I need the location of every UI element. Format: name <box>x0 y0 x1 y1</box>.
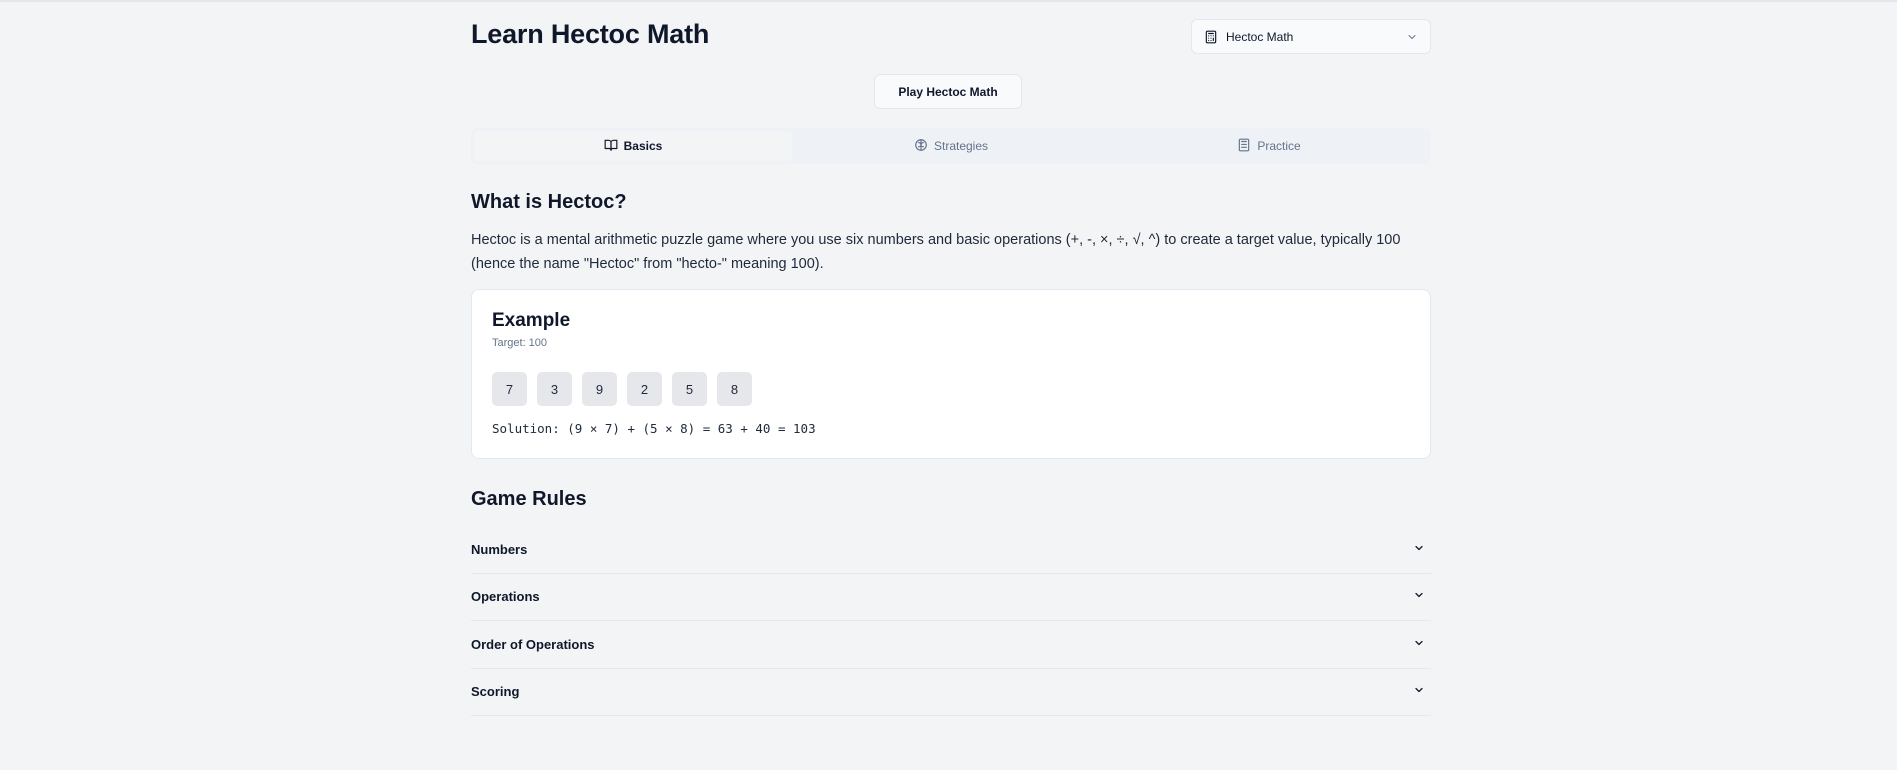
accordion-item-order-of-operations[interactable]: Order of Operations <box>471 621 1431 669</box>
example-title: Example <box>492 310 571 331</box>
calculator-icon <box>1204 30 1218 44</box>
number-tile: 2 <box>627 372 662 406</box>
brain-icon <box>914 138 934 155</box>
accordion-label: Operations <box>471 589 540 605</box>
calculator-icon <box>1237 138 1257 155</box>
accordion-item-operations[interactable]: Operations <box>471 574 1431 621</box>
play-button[interactable]: Play Hectoc Math <box>874 74 1022 109</box>
accordion-label: Numbers <box>471 541 528 557</box>
example-card: Example Target: 100 7 3 9 2 5 8 Solution… <box>471 289 1431 459</box>
tab-practice[interactable]: Practice <box>1110 131 1428 161</box>
chevron-down-icon <box>1413 589 1431 604</box>
tab-label: Basics <box>623 139 663 153</box>
number-tile: 5 <box>672 372 707 406</box>
chevron-down-icon <box>1406 31 1418 43</box>
rules-accordion: Numbers Operations Order of Operations S… <box>471 526 1431 716</box>
page-title: Learn Hectoc Math <box>471 19 710 49</box>
page-container: Learn Hectoc Math Hectoc Math Play Hecto… <box>471 0 1431 716</box>
accordion-item-scoring[interactable]: Scoring <box>471 669 1431 716</box>
game-select[interactable]: Hectoc Math <box>1191 19 1431 54</box>
chevron-down-icon <box>1413 684 1431 699</box>
example-target: Target: 100 <box>492 337 548 349</box>
tab-label: Strategies <box>933 139 989 153</box>
chevron-down-icon <box>1413 542 1431 557</box>
accordion-label: Scoring <box>471 684 520 700</box>
example-solution: Solution: (9 × 7) + (5 × 8) = 63 + 40 = … <box>492 421 816 436</box>
intro-text: Hectoc is a mental arithmetic puzzle gam… <box>471 232 1401 272</box>
number-tile: 3 <box>537 372 572 406</box>
accordion-label: Order of Operations <box>471 636 595 652</box>
game-select-value: Hectoc Math <box>1226 29 1294 44</box>
number-tile: 7 <box>492 372 527 406</box>
header: Learn Hectoc Math Hectoc Math <box>471 0 1431 75</box>
number-tile: 9 <box>582 372 617 406</box>
tab-basics[interactable]: Basics <box>474 131 792 161</box>
tab-strategies[interactable]: Strategies <box>792 131 1110 161</box>
tab-label: Practice <box>1257 139 1301 153</box>
chevron-down-icon <box>1413 637 1431 652</box>
rules-heading: Game Rules <box>471 488 587 510</box>
book-open-icon <box>604 138 624 155</box>
number-tiles: 7 3 9 2 5 8 <box>492 372 752 406</box>
intro-heading: What is Hectoc? <box>471 191 627 213</box>
number-tile: 8 <box>717 372 752 406</box>
accordion-item-numbers[interactable]: Numbers <box>471 526 1431 574</box>
tab-list: Basics Strategies Practice <box>471 128 1431 164</box>
